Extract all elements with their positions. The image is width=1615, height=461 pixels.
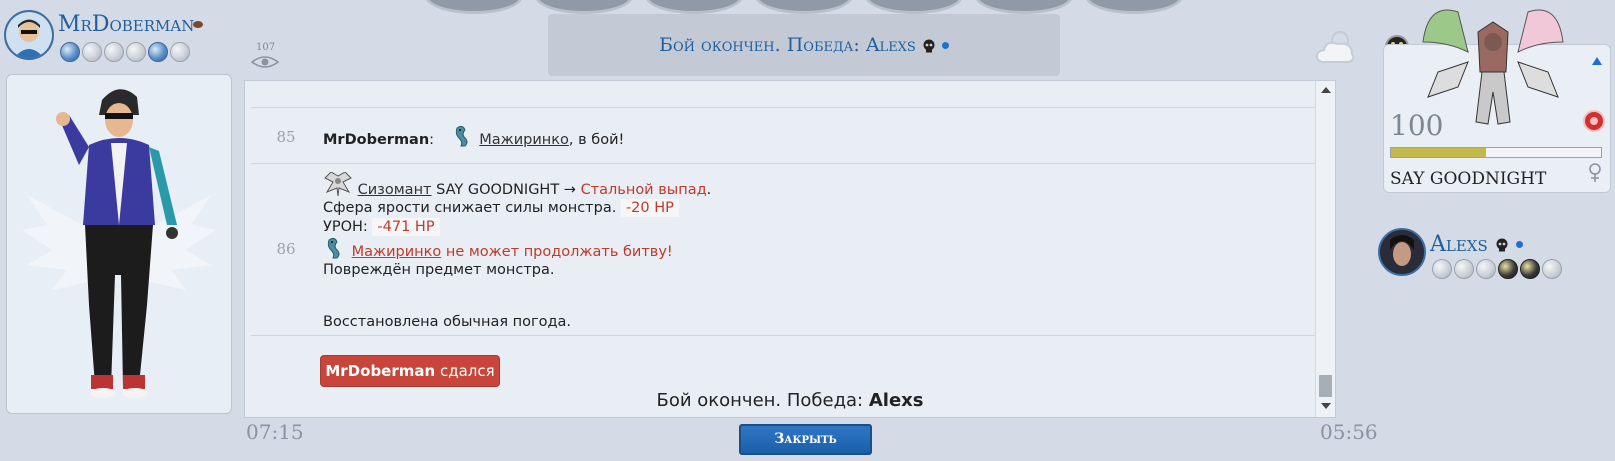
party-ball-icon bbox=[126, 42, 146, 62]
view-count: 107 bbox=[256, 42, 276, 53]
turn-number: 86 bbox=[276, 240, 296, 258]
online-dot-icon bbox=[941, 42, 949, 49]
trainer-avatar-icon bbox=[6, 12, 52, 58]
monster-link[interactable]: Мажиринко bbox=[352, 244, 442, 260]
log-text: . bbox=[706, 182, 712, 198]
log-separator: : bbox=[429, 132, 435, 148]
weather-cloud-icon bbox=[1315, 31, 1355, 63]
log-text: Повреждён предмет монстра. bbox=[323, 262, 555, 278]
banner-text: Бой окончен. Победа: Alexs bbox=[659, 34, 916, 56]
top-decor bbox=[865, 0, 963, 14]
final-prefix: Бой окончен. Победа: bbox=[656, 390, 864, 411]
party-ball-icon bbox=[1520, 259, 1540, 279]
log-line: УРОН: -471 HP bbox=[323, 218, 440, 236]
monster-link[interactable]: Сизомант bbox=[358, 182, 432, 198]
party-ball-icon bbox=[1454, 259, 1474, 279]
surrender-player: MrDoberman bbox=[325, 362, 436, 380]
party-ball-icon bbox=[148, 42, 168, 62]
top-decor bbox=[645, 0, 743, 14]
female-gender-icon bbox=[1589, 163, 1601, 182]
left-clock: 07:15 bbox=[246, 420, 304, 444]
top-decor bbox=[425, 0, 523, 14]
party-ball-icon bbox=[1476, 259, 1496, 279]
log-row-86: 86 Сизомант SAY GOODNIGHT → Стальной вып… bbox=[251, 163, 1317, 336]
final-winner: Alexs bbox=[868, 390, 924, 411]
surrender-notice: MrDoberman сдался bbox=[320, 355, 500, 387]
top-decor bbox=[975, 0, 1073, 14]
skull-icon bbox=[1496, 238, 1508, 252]
online-dot-icon bbox=[1515, 241, 1523, 248]
battle-result-banner: Бой окончен. Победа: Alexs bbox=[548, 14, 1060, 76]
log-line: MrDoberman: Мажиринко, в бой! bbox=[323, 124, 624, 148]
monster-name: SAY GOODNIGHT bbox=[1390, 169, 1547, 189]
surrender-text: сдался bbox=[439, 362, 495, 380]
party-ball-icon bbox=[1542, 259, 1562, 279]
log-text: , в бой! bbox=[568, 132, 625, 148]
log-row-end bbox=[251, 335, 1317, 337]
log-text: не может продолжать битву! bbox=[445, 244, 673, 260]
status-orb-icon bbox=[1583, 110, 1605, 132]
log-line: Мажиринко не может продолжать битву! bbox=[323, 236, 673, 260]
log-text: SAY GOODNIGHT → bbox=[436, 182, 576, 198]
right-clock: 05:56 bbox=[1320, 420, 1378, 444]
party-ball-icon bbox=[82, 42, 102, 62]
pokeball-brown-icon bbox=[193, 21, 203, 28]
party-ball-icon bbox=[1498, 259, 1518, 279]
turn-number: 85 bbox=[276, 128, 296, 146]
hp-bar bbox=[1390, 147, 1602, 158]
skull-icon bbox=[923, 39, 935, 53]
eye-icon bbox=[251, 56, 279, 68]
right-player-name[interactable]: Alexs bbox=[1430, 232, 1488, 257]
log-scrollbar[interactable] bbox=[1315, 81, 1335, 417]
monster-sprite-icon bbox=[1422, 9, 1564, 125]
trainer-avatar-icon bbox=[1380, 230, 1424, 274]
log-line: Сфера ярости снижает силы монстра. -20 H… bbox=[323, 199, 679, 217]
damage-badge: -20 HP bbox=[620, 199, 679, 217]
monster-sizomant-icon bbox=[324, 171, 352, 197]
right-player-name-line: Alexs bbox=[1430, 232, 1523, 257]
left-player-avatar[interactable] bbox=[4, 10, 54, 60]
log-row-85: 85 MrDoberman: Мажиринко, в бой! bbox=[251, 107, 1317, 164]
damage-badge: -471 HP bbox=[372, 218, 440, 236]
monster-link[interactable]: Мажиринко bbox=[479, 132, 569, 148]
close-button[interactable]: Закрыть bbox=[739, 424, 872, 455]
party-ball-icon bbox=[104, 42, 124, 62]
left-player-name[interactable]: MrDoberman bbox=[58, 12, 194, 37]
left-party-balls bbox=[60, 42, 210, 62]
monster-mazhirinko-icon bbox=[327, 237, 340, 259]
party-ball-icon bbox=[170, 42, 190, 62]
top-decor bbox=[755, 0, 853, 14]
log-line: Сизомант SAY GOODNIGHT → Стальной выпад. bbox=[323, 171, 712, 198]
trainer-card bbox=[6, 74, 232, 414]
arrow-up-icon bbox=[1592, 57, 1602, 65]
trainer-figure-icon bbox=[22, 89, 216, 398]
move-name: Стальной выпад bbox=[580, 182, 707, 198]
log-line: Восстановлена обычная погода. bbox=[323, 314, 571, 330]
right-party-balls bbox=[1432, 259, 1582, 279]
top-decor bbox=[1085, 0, 1183, 14]
banner-line: Бой окончен. Победа: Alexs bbox=[548, 34, 1060, 56]
log-player-name: MrDoberman bbox=[323, 132, 430, 148]
monster-mazhirinko-icon bbox=[455, 125, 468, 147]
scroll-up-arrow-icon[interactable] bbox=[1321, 87, 1331, 93]
hp-fill bbox=[1391, 148, 1486, 157]
right-player-avatar[interactable] bbox=[1378, 228, 1426, 276]
final-result: Бой окончен. Победа: Alexs bbox=[244, 390, 1336, 411]
party-ball-icon bbox=[60, 42, 80, 62]
party-ball-icon bbox=[1432, 259, 1452, 279]
log-text: УРОН: bbox=[323, 219, 368, 235]
log-line: Повреждён предмет монстра. bbox=[323, 262, 555, 278]
log-text: Сфера ярости снижает силы монстра. bbox=[323, 200, 617, 216]
log-text: Восстановлена обычная погода. bbox=[323, 314, 572, 330]
top-decor bbox=[535, 0, 633, 14]
